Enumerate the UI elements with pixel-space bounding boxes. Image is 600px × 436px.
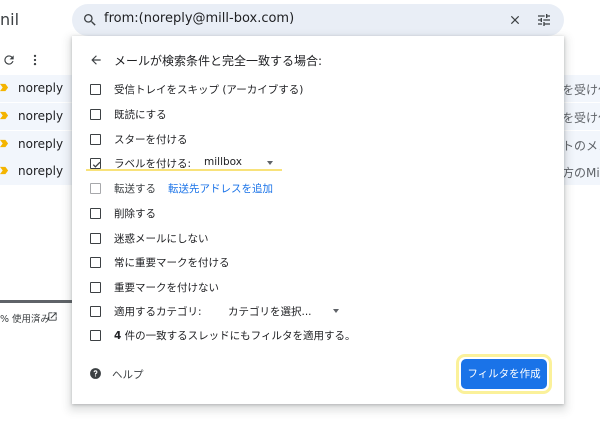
category-select-value[interactable]: カテゴリを選択... [228, 304, 312, 319]
option-label: 転送する [114, 183, 156, 195]
mail-sender: noreply [18, 109, 64, 123]
checkbox[interactable] [90, 282, 101, 293]
important-marker-icon[interactable] [0, 166, 9, 175]
checkbox[interactable] [90, 306, 101, 317]
checkbox-checked[interactable] [90, 158, 101, 169]
help-icon[interactable] [89, 367, 102, 380]
mail-sender: noreply [18, 137, 64, 151]
option-label: 受信トレイをスキップ (アーカイブする) [114, 84, 304, 96]
important-marker-icon[interactable] [0, 83, 9, 92]
search-options-icon[interactable] [536, 12, 552, 28]
mail-sender: noreply [18, 81, 64, 95]
option-label: 迷惑メールにしない [114, 233, 209, 245]
mail-sender: noreply [18, 164, 64, 178]
checkbox[interactable] [90, 330, 101, 341]
clear-search-icon[interactable] [508, 13, 522, 27]
label-select-value[interactable]: millbox [204, 156, 242, 168]
checkbox[interactable] [90, 208, 101, 219]
important-marker-icon[interactable] [0, 139, 9, 148]
checkbox[interactable] [90, 109, 101, 120]
filter-dialog: メールが検索条件と完全一致する場合: 受信トレイをスキップ (アーカイブする) … [72, 36, 564, 404]
add-forwarding-address-link[interactable]: 転送先アドレスを追加 [168, 181, 273, 196]
option-label: 常に重要マークを付ける [114, 257, 230, 269]
checkmark-icon [92, 161, 100, 168]
mail-snippet: を受け付 [562, 83, 600, 97]
option-label: 削除する [114, 208, 156, 220]
checkbox-disabled [90, 183, 101, 194]
option-label: 適用するカテゴリ: [114, 306, 202, 318]
mail-snippet: 方のMill- [562, 166, 600, 180]
filter-title: メールが検索条件と完全一致する場合: [114, 54, 323, 68]
more-vert-icon[interactable] [28, 53, 42, 67]
search-bar[interactable]: from:(noreply@mill-box.com) [72, 4, 564, 36]
option-label: 4 件の一致するスレッドにもフィルタを適用する。 [114, 328, 355, 343]
important-marker-icon[interactable] [0, 111, 9, 120]
help-link[interactable]: ヘルプ [112, 367, 144, 382]
label-highlight-underline [86, 169, 282, 171]
open-in-new-icon[interactable] [47, 311, 58, 322]
option-label: 重要マークを付けない [114, 282, 219, 294]
checkbox[interactable] [90, 257, 101, 268]
create-filter-button[interactable]: フィルタを作成 [461, 359, 547, 389]
checkbox[interactable] [90, 134, 101, 145]
option-label-text: 件の一致するスレッドにもフィルタを適用する。 [121, 330, 356, 342]
search-input[interactable]: from:(noreply@mill-box.com) [104, 11, 294, 26]
option-label: 既読にする [114, 109, 167, 121]
search-icon[interactable] [82, 12, 98, 28]
mail-snippet: を受け付 [562, 111, 600, 125]
dropdown-caret-icon[interactable] [333, 309, 339, 313]
checkbox[interactable] [90, 84, 101, 95]
mail-snippet: トのメン [562, 139, 600, 153]
storage-usage-text: % 使用済み [0, 314, 51, 325]
dropdown-caret-icon[interactable] [267, 161, 273, 165]
refresh-icon[interactable] [2, 53, 16, 67]
option-label: スターを付ける [114, 134, 188, 146]
app-brand-fragment: nil [0, 10, 20, 29]
checkbox[interactable] [90, 233, 101, 244]
storage-usage-bar [0, 300, 72, 303]
back-arrow-icon[interactable] [89, 53, 103, 67]
